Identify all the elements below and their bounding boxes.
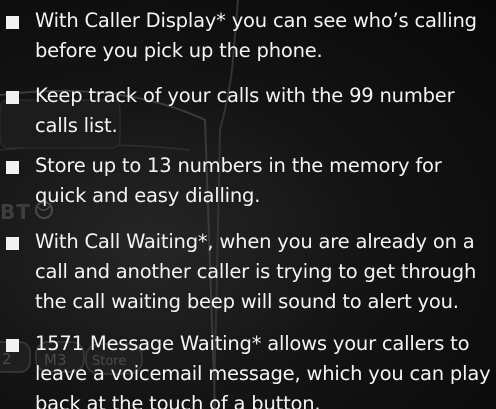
square-bullet-icon	[6, 91, 19, 104]
bt-logo: BT	[0, 200, 31, 224]
feature-text: Keep track of your calls with the 99 num…	[35, 84, 455, 137]
key-2-label: 2	[2, 350, 12, 368]
square-bullet-icon	[6, 16, 19, 29]
square-bullet-icon	[6, 339, 19, 352]
square-bullet-icon	[6, 237, 19, 250]
feature-text: With Caller Display* you can see who’s c…	[35, 9, 477, 62]
feature-text: Store up to 13 numbers in the memory for…	[35, 154, 442, 207]
feature-text: With Call Waiting*, when you are already…	[35, 230, 477, 313]
square-bullet-icon	[6, 161, 19, 174]
feature-panel: BT 2 M3 Store With Caller Display* you c…	[0, 0, 496, 409]
feature-text: 1571 Message Waiting* allows your caller…	[35, 332, 491, 409]
